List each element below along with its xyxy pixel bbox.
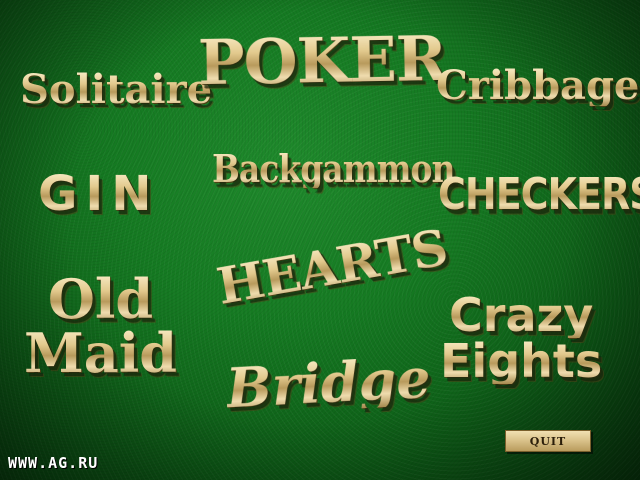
crazy-eights-option[interactable]: Crazy Eights bbox=[440, 292, 602, 384]
checkers-option[interactable]: CHECKERS bbox=[438, 172, 640, 216]
crazy-eights-label-line2: Eights bbox=[440, 334, 603, 388]
crazy-eights-label-line1: Crazy bbox=[440, 292, 602, 338]
game-selection-screen: Solitaire POKER Cribbage GIN Backgammon … bbox=[0, 0, 640, 480]
cribbage-option[interactable]: Cribbage bbox=[436, 66, 639, 106]
backgammon-option[interactable]: Backgammon bbox=[212, 150, 456, 188]
poker-option[interactable]: POKER bbox=[197, 22, 447, 99]
gin-option[interactable]: GIN bbox=[38, 170, 159, 218]
hearts-option[interactable]: HEARTS bbox=[212, 218, 451, 316]
site-watermark: WWW.AG.RU bbox=[8, 454, 99, 472]
old-maid-label-line2: Maid bbox=[24, 321, 178, 385]
bridge-option[interactable]: Bridge bbox=[224, 346, 432, 421]
quit-button[interactable]: QUIT bbox=[505, 430, 591, 452]
old-maid-label-line1: Old bbox=[24, 272, 177, 326]
solitaire-option[interactable]: Solitaire bbox=[20, 70, 212, 110]
old-maid-option[interactable]: Old Maid bbox=[24, 272, 177, 380]
